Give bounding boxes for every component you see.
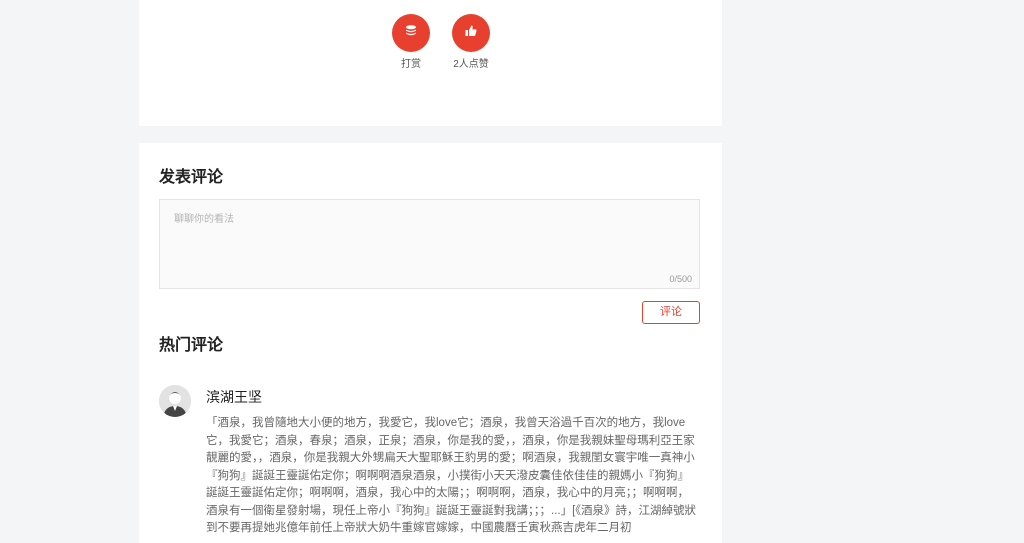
comment-input[interactable]: 聊聊你的看法 0/500 xyxy=(159,199,700,289)
article-actions-card: 打赏 2人点赞 xyxy=(139,0,722,126)
tip-button[interactable] xyxy=(392,14,430,52)
avatar[interactable] xyxy=(159,385,191,417)
user-avatar-icon xyxy=(159,385,191,417)
coins-icon xyxy=(404,24,418,43)
char-counter: 0/500 xyxy=(669,274,692,284)
like-count-label: 2人点赞 xyxy=(453,59,489,70)
thumbs-up-icon xyxy=(464,24,478,43)
comment-author[interactable]: 滨湖王坚 xyxy=(206,387,262,407)
like-button[interactable] xyxy=(452,14,490,52)
comments-card: 发表评论 聊聊你的看法 0/500 评论 热门评论 滨湖王坚 「酒泉，我曾隨地大… xyxy=(139,143,722,543)
like-action[interactable]: 2人点赞 xyxy=(431,14,511,71)
submit-comment-button[interactable]: 评论 xyxy=(642,301,700,324)
comment-placeholder: 聊聊你的看法 xyxy=(174,214,234,225)
post-comment-title: 发表评论 xyxy=(159,169,224,186)
comment-text: 「酒泉，我曾隨地大小便的地方，我愛它，我love它；酒泉，我曾天浴過千百次的地方… xyxy=(206,417,697,534)
hot-comments-title: 热门评论 xyxy=(159,337,224,354)
